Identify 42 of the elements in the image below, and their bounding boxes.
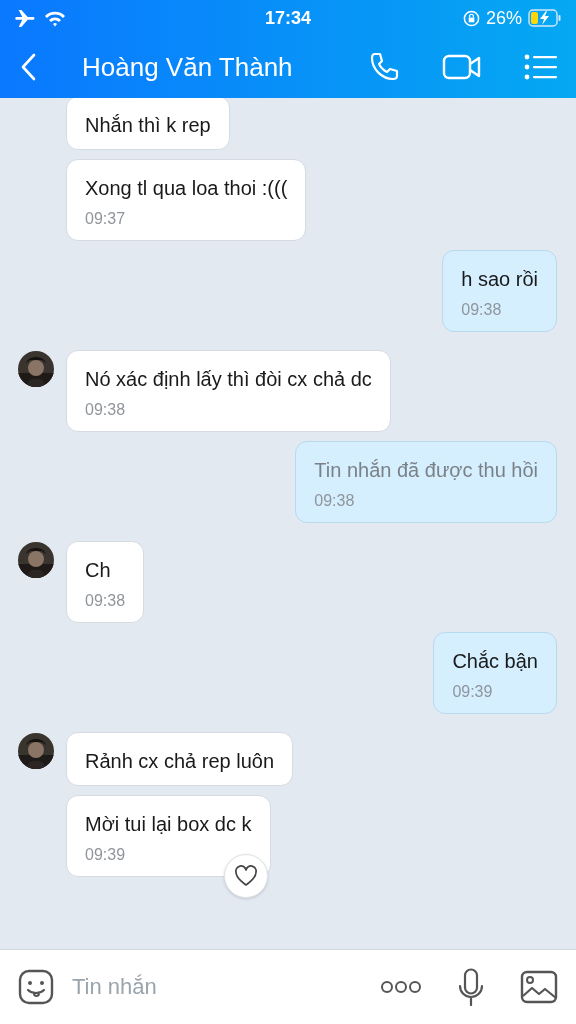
more-icon xyxy=(380,980,422,994)
message-text: Xong tl qua loa thoi :((( xyxy=(85,176,288,200)
message-time: 09:39 xyxy=(452,683,494,701)
message-text: Nó xác định lấy thì đòi cx chả dc xyxy=(85,367,372,391)
heart-reaction-button[interactable] xyxy=(223,854,268,898)
message-text: Mời tui lại box dc k xyxy=(85,812,252,836)
wifi-icon xyxy=(44,9,66,27)
back-icon xyxy=(20,53,36,81)
sticker-button[interactable] xyxy=(18,969,54,1005)
airplane-icon xyxy=(14,9,36,27)
video-call-button[interactable] xyxy=(442,53,482,81)
smiley-icon xyxy=(18,969,54,1005)
video-camera-icon xyxy=(442,53,482,81)
message-time: 09:37 xyxy=(85,210,127,228)
message-time: 09:39 xyxy=(85,846,127,864)
message-time: 09:38 xyxy=(461,301,503,319)
microphone-button[interactable] xyxy=(458,968,484,1006)
contact-name: Hoàng Văn Thành xyxy=(82,51,294,83)
recalled-message-text: Tin nhắn đã được thu hồi xyxy=(314,458,538,482)
battery-charging-icon xyxy=(528,9,562,27)
message-text: Ch xyxy=(85,558,112,582)
menu-icon xyxy=(524,53,558,81)
message-text: Chắc bận xyxy=(452,649,538,673)
message-time: 09:38 xyxy=(85,401,127,419)
status-time: 17:34 xyxy=(265,7,311,29)
heart-icon xyxy=(233,865,258,887)
rotation-lock-icon xyxy=(462,9,480,27)
back-button[interactable] xyxy=(20,53,36,81)
battery-percent: 26% xyxy=(485,7,522,29)
microphone-icon xyxy=(458,968,484,1006)
message-time: 09:38 xyxy=(85,592,126,610)
image-icon xyxy=(520,970,558,1004)
message-input[interactable]: Tin nhắn xyxy=(70,973,364,1001)
message-text: Nhắn thì k rep xyxy=(85,113,211,137)
message-text: h sao rồi xyxy=(461,267,538,291)
message-time: 09:38 xyxy=(314,492,356,510)
more-button[interactable] xyxy=(380,980,422,994)
message-text: Rảnh cx chả rep luôn xyxy=(85,749,274,773)
phone-icon xyxy=(368,51,400,83)
phone-call-button[interactable] xyxy=(368,51,400,83)
menu-button[interactable] xyxy=(524,53,558,81)
photo-button[interactable] xyxy=(520,970,558,1004)
